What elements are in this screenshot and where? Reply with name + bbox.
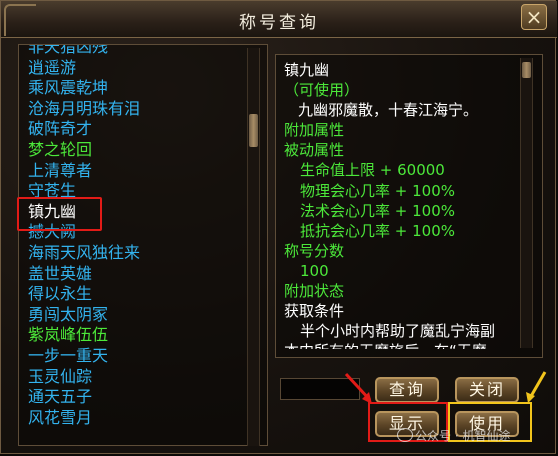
annotation-arrows [344,371,547,404]
watermark-text: 公众号 · 机智仙途 [415,429,511,443]
gold-arrow-icon [526,371,547,403]
red-arrow-icon [344,372,372,404]
watermark: 公众号 · 机智仙途 [397,427,510,444]
wechat-logo-icon [397,428,413,442]
